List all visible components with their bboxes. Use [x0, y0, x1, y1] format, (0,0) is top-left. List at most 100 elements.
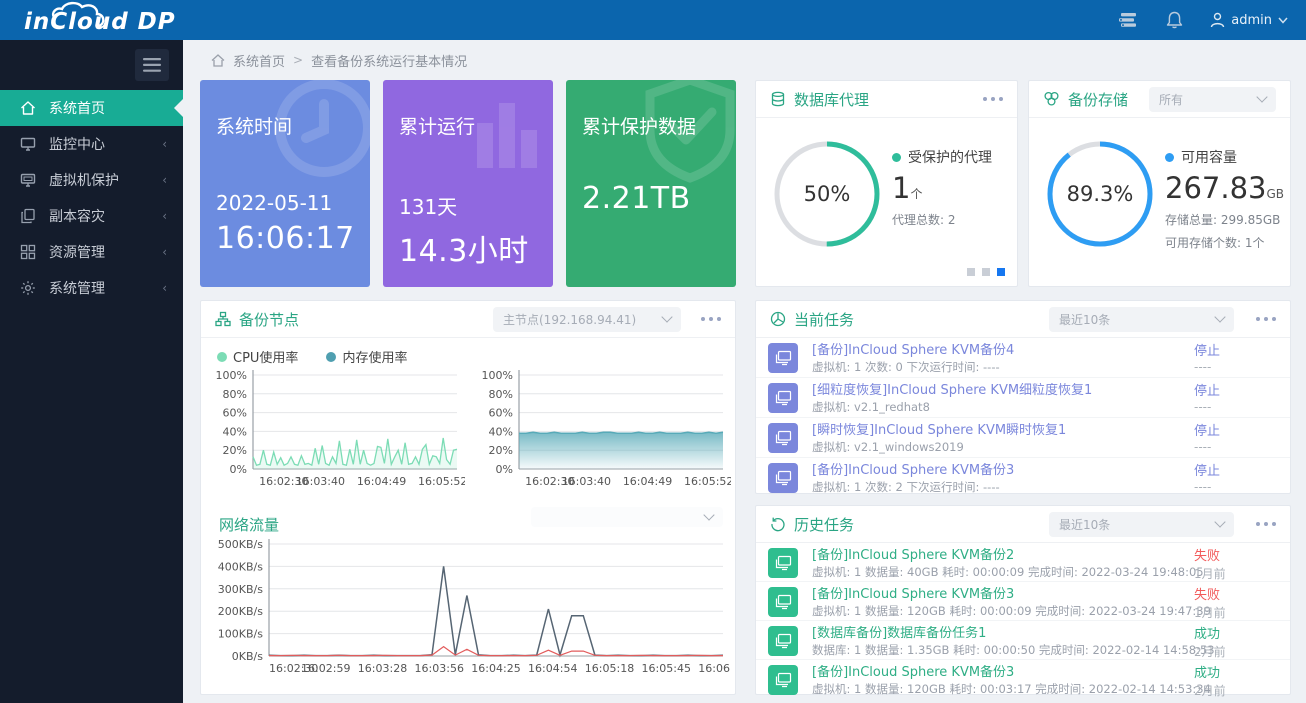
task-status[interactable]: 停止: [1194, 424, 1220, 439]
chevron-down-icon: [1278, 17, 1288, 24]
stat-card-uptime: 累计运行 131天 14.3小时: [383, 80, 553, 287]
legend-dot-cpu: [217, 352, 227, 362]
x-tick-label: 16:04:49: [357, 475, 406, 488]
sidebar-item-monitor-center[interactable]: 监控中心 ‹: [0, 126, 183, 162]
copy-docs-icon: [20, 208, 36, 224]
sidebar-item-home[interactable]: 系统首页: [0, 90, 183, 126]
chevron-left-icon: ‹: [162, 281, 167, 295]
panel-title: 备份节点: [239, 309, 299, 330]
monitor-icon: [20, 136, 36, 152]
more-menu[interactable]: [1256, 522, 1276, 526]
user-icon: [1210, 12, 1225, 28]
x-tick-label: 16:03:40: [562, 475, 611, 488]
y-tick-label: 100%: [482, 369, 513, 382]
legend-label: 可用容量: [1181, 147, 1237, 167]
y-tick-label: 100KB/s: [218, 628, 263, 641]
stat-card-title: 累计保护数据: [582, 112, 720, 139]
y-tick-label: 0%: [496, 463, 513, 476]
task-row: [数据库备份]数据库备份任务1 数据库: 1 数据量: 1.35GB 耗时: 0…: [756, 621, 1290, 660]
storage-filter-dropdown[interactable]: 所有: [1149, 87, 1276, 112]
breadcrumb-home[interactable]: 系统首页: [233, 51, 285, 70]
node-selector-dropdown[interactable]: 主节点(192.168.94.41): [493, 307, 681, 332]
more-menu[interactable]: [983, 97, 1003, 101]
history-tasks-list: [备份]InCloud Sphere KVM备份2 虚拟机: 1 数据量: 40…: [756, 543, 1290, 694]
pagination-dot[interactable]: [967, 268, 975, 276]
task-row: [瞬时恢复]InCloud Sphere KVM瞬时恢复1 虚拟机: v2.1_…: [756, 418, 1290, 458]
vm-monitor-icon: [20, 172, 36, 188]
stat-card-date: 2022-05-11: [216, 191, 354, 215]
task-time: 1月前: [1194, 604, 1226, 621]
pagination-dot[interactable]: [982, 268, 990, 276]
task-status[interactable]: 停止: [1194, 464, 1220, 479]
task-time: 1月前: [1194, 565, 1226, 582]
pagination-dot-active[interactable]: [997, 268, 1005, 276]
panel-history-tasks-header: 历史任务 最近10条: [756, 506, 1290, 543]
task-status[interactable]: 失败: [1194, 549, 1220, 564]
network-filter-dropdown[interactable]: [531, 507, 723, 527]
top-bar: inCloud DP admin: [0, 0, 1306, 40]
hamburger-icon: [143, 58, 161, 72]
x-tick-label: 16:05:18: [585, 662, 634, 675]
sidebar-item-resources[interactable]: 资源管理 ‹: [0, 234, 183, 270]
chevron-left-icon: ‹: [162, 245, 167, 259]
y-tick-label: 300KB/s: [218, 583, 263, 596]
task-row: [备份]InCloud Sphere KVM备份3 虚拟机: 1 数据量: 12…: [756, 582, 1290, 621]
y-tick-label: 40%: [223, 425, 247, 438]
stat-card-protected-data: 累计保护数据 2.21TB: [566, 80, 736, 287]
storage-percent: 89.3%: [1045, 139, 1155, 249]
task-status[interactable]: 成功: [1194, 666, 1220, 681]
sidebar-collapse-button[interactable]: [135, 49, 169, 81]
panel-db-agent: 数据库代理 50% 受保护的代理 1个 代理总数: 2: [755, 80, 1018, 287]
vm-task-icon: [768, 343, 798, 373]
db-agent-percent: 50%: [772, 139, 882, 249]
panel-backup-storage-header: 备份存储 所有: [1029, 81, 1290, 118]
series-内存使用率: [519, 432, 723, 433]
legend-dot: [892, 153, 901, 162]
sidebar-item-replica-dr[interactable]: 副本容灾 ‹: [0, 198, 183, 234]
logo-text: inCloud DP: [24, 9, 176, 35]
current-tasks-dropdown[interactable]: 最近10条: [1049, 307, 1234, 332]
db-agent-legend: 受保护的代理 1个 代理总数: 2: [892, 147, 992, 228]
sidebar-item-label: 监控中心: [49, 134, 105, 154]
series-发送: [269, 647, 723, 656]
task-status[interactable]: 停止: [1194, 384, 1220, 399]
task-status[interactable]: 失败: [1194, 588, 1220, 603]
stat-card-time: 16:06:17: [216, 221, 354, 256]
more-menu[interactable]: [701, 317, 721, 321]
notification-bell-icon[interactable]: [1164, 10, 1184, 30]
usage-chart-legend: CPU使用率 内存使用率: [217, 347, 407, 366]
task-details: 虚拟机: v2.1_redhat8: [812, 399, 1290, 415]
more-menu[interactable]: [1256, 317, 1276, 321]
x-tick-label: 16:03:40: [296, 475, 345, 488]
task-time: 2月前: [1194, 682, 1226, 699]
task-status[interactable]: 停止: [1194, 344, 1220, 359]
task-details: 虚拟机: 1 次数: 0 下次运行时间: ----: [812, 359, 1290, 375]
y-tick-label: 20%: [223, 444, 247, 457]
task-status[interactable]: 成功: [1194, 627, 1220, 642]
user-menu[interactable]: admin: [1210, 12, 1288, 28]
sidebar-item-system[interactable]: 系统管理 ‹: [0, 270, 183, 306]
task-details: 虚拟机: v2.1_windows2019: [812, 439, 1290, 455]
breadcrumb-separator: >: [293, 53, 303, 67]
stat-card-hours: 14.3小时: [399, 226, 537, 270]
main-content: 系统首页 > 查看备份系统运行基本情况 系统时间 2022-05-11 16:0…: [183, 40, 1306, 703]
sidebar-item-vm-protect[interactable]: 虚拟机保护 ‹: [0, 162, 183, 198]
task-row: [备份]InCloud Sphere KVM备份3 虚拟机: 1 数据量: 12…: [756, 660, 1290, 699]
sidebar-item-label: 虚拟机保护: [49, 170, 119, 190]
grid-icon: [20, 244, 36, 260]
topbar-actions: admin: [1118, 0, 1288, 40]
history-tasks-dropdown[interactable]: 最近10条: [1049, 512, 1234, 537]
server-list-icon[interactable]: [1118, 10, 1138, 30]
x-tick-label: 16:03:56: [415, 662, 464, 675]
storage-donut: 89.3%: [1045, 139, 1155, 249]
gear-icon: [20, 280, 36, 296]
protected-count: 1: [892, 171, 910, 205]
home-breadcrumb-icon: [211, 54, 225, 67]
x-tick-label: 16:05:52: [684, 475, 731, 488]
y-tick-label: 80%: [223, 388, 247, 401]
tasks-pie-icon: [770, 311, 786, 327]
y-tick-label: 500KB/s: [218, 538, 263, 551]
available-capacity: 267.83: [1165, 171, 1266, 205]
history-icon: [770, 516, 786, 532]
x-tick-label: 16:04:25: [471, 662, 520, 675]
